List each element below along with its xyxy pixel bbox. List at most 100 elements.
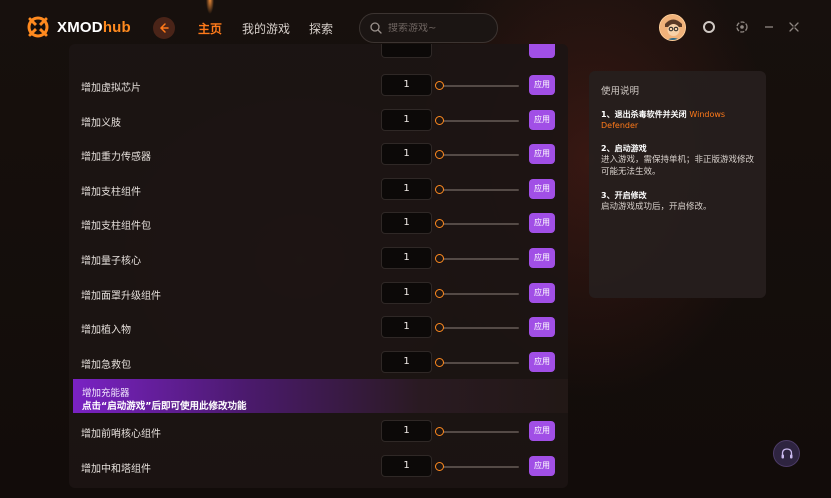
fullscreen-button[interactable] — [786, 19, 802, 35]
apply-button[interactable]: 应用 — [529, 317, 555, 338]
apply-button[interactable]: 应用 — [529, 109, 555, 130]
mod-row: 增加重力传感器 1 应用 — [69, 138, 568, 172]
avatar[interactable] — [659, 14, 686, 41]
tab-home[interactable]: 主页 — [198, 20, 222, 37]
mod-slider-handle[interactable] — [435, 219, 444, 229]
instruction-step-3: 3、开启修改 启动游戏成功后，开启修改。 — [601, 190, 754, 213]
apply-button[interactable]: 应用 — [529, 178, 555, 199]
settings-button[interactable] — [734, 19, 750, 35]
mod-slider-handle[interactable] — [435, 323, 444, 333]
instructions-title: 使用说明 — [601, 86, 640, 97]
mod-slider-track[interactable] — [439, 431, 519, 433]
mod-slider-track[interactable] — [439, 154, 519, 157]
apply-button[interactable]: 应用 — [529, 75, 555, 95]
step-3-text: 启动游戏成功后，开启修改。 — [601, 202, 712, 212]
mod-label: 增加支柱组件 — [81, 186, 141, 198]
mod-row: 增加面罩升级组件 1 应用 — [69, 277, 568, 311]
search-box[interactable] — [359, 13, 498, 43]
mod-row: 增加量子核心 1 应用 — [69, 242, 568, 276]
logo-text: XMODhub — [57, 18, 131, 36]
locked-mod-label: 增加充能器 — [82, 388, 130, 399]
mod-value-input[interactable]: 1 — [381, 247, 432, 269]
mod-slider-track[interactable] — [439, 292, 519, 295]
mod-slider-handle[interactable] — [435, 357, 444, 367]
mod-value-input[interactable]: 1 — [381, 177, 432, 200]
mod-value-input[interactable]: 1 — [381, 281, 432, 304]
mod-slider-handle[interactable] — [435, 461, 444, 471]
mod-slider-track[interactable] — [439, 85, 519, 87]
mod-slider-track[interactable] — [439, 223, 519, 226]
search-input[interactable] — [388, 22, 488, 34]
support-button[interactable] — [773, 440, 800, 467]
mod-slider-handle[interactable] — [435, 81, 444, 90]
mod-value-input[interactable]: 1 — [381, 108, 432, 131]
mod-row: 增加支柱组件 1 应用 — [69, 173, 568, 207]
fullscreen-icon — [789, 22, 799, 32]
mod-slider-handle[interactable] — [435, 184, 444, 194]
mod-slider-handle[interactable] — [435, 427, 444, 436]
mod-row: 增加义肢 1 应用 — [69, 104, 568, 138]
step-2-title: 2、启动游戏 — [601, 144, 647, 153]
partial-apply-button[interactable] — [529, 44, 555, 58]
mod-value-input[interactable]: 1 — [381, 420, 432, 442]
step-3-title: 3、开启修改 — [601, 191, 647, 200]
mod-row: 增加急救包 1 应用 — [69, 346, 568, 380]
apply-button[interactable]: 应用 — [529, 282, 555, 303]
mod-slider-track[interactable] — [439, 361, 519, 364]
instructions-panel: 使用说明 1、退出杀毒软件并关闭 Windows Defender 2、启动游戏… — [589, 71, 766, 298]
mod-label: 增加面罩升级组件 — [81, 290, 161, 302]
mod-value-input[interactable]: 1 — [381, 212, 432, 235]
mod-list-panel[interactable]: 增加虚拟芯片 1 应用 增加义肢 1 应用 增加重力传感器 1 应用 增加支柱组件 1 应用 增加支柱组… — [69, 44, 568, 488]
locked-mod-row[interactable]: 增加充能器 点击“启动游戏”后即可使用此修改功能 — [73, 379, 568, 413]
apply-button[interactable]: 应用 — [529, 213, 555, 234]
minimize-button[interactable] — [761, 19, 777, 35]
instruction-step-1: 1、退出杀毒软件并关闭 Windows Defender — [601, 109, 754, 131]
back-button[interactable] — [153, 17, 175, 39]
mod-slider-track[interactable] — [439, 188, 519, 191]
mod-label: 增加义肢 — [81, 117, 121, 129]
mod-slider-handle[interactable] — [435, 254, 444, 263]
active-tab-glow — [203, 0, 217, 18]
apply-button[interactable]: 应用 — [529, 455, 555, 476]
mod-value-input[interactable]: 1 — [381, 143, 432, 166]
mod-slider-handle[interactable] — [435, 288, 444, 298]
mod-slider-track[interactable] — [439, 258, 519, 260]
tab-explore[interactable]: 探索 — [309, 20, 333, 37]
mod-slider-handle[interactable] — [435, 150, 444, 160]
step-2-text: 进入游戏，需保持单机；非正版游戏修改可能无法生效。 — [601, 155, 755, 177]
minimize-icon — [765, 26, 773, 28]
apply-button[interactable]: 应用 — [529, 248, 555, 268]
apply-button[interactable]: 应用 — [529, 351, 555, 372]
mod-label: 增加支柱组件包 — [81, 221, 151, 233]
mod-slider-track[interactable] — [439, 465, 519, 468]
search-icon — [370, 22, 382, 34]
notification-button[interactable] — [701, 19, 717, 35]
mod-row: 增加支柱组件包 1 应用 — [69, 207, 568, 241]
mod-label: 增加虚拟芯片 — [81, 83, 141, 94]
mod-slider-handle[interactable] — [435, 115, 444, 125]
avatar-image — [660, 15, 685, 40]
apply-button[interactable]: 应用 — [529, 144, 555, 165]
mod-value-input[interactable]: 1 — [381, 316, 432, 339]
partial-value-box — [381, 44, 432, 58]
headset-icon — [781, 447, 792, 458]
mod-value-input[interactable]: 1 — [381, 454, 432, 477]
mod-slider-track[interactable] — [439, 119, 519, 122]
mod-value-input[interactable]: 1 — [381, 350, 432, 373]
mod-label: 增加急救包 — [81, 359, 131, 371]
back-arrow-icon — [159, 23, 169, 33]
mod-value-input[interactable]: 1 — [381, 74, 432, 96]
ring-icon — [703, 21, 715, 33]
mod-label: 增加前哨核心组件 — [81, 429, 161, 440]
mod-row: 增加虚拟芯片 1 应用 — [69, 69, 568, 103]
apply-button[interactable]: 应用 — [529, 421, 555, 441]
mod-row: 增加中和塔组件 1 应用 — [69, 450, 568, 484]
mod-label: 增加量子核心 — [81, 256, 141, 267]
mod-label: 增加重力传感器 — [81, 152, 151, 164]
mod-label: 增加中和塔组件 — [81, 463, 151, 475]
settings-icon — [736, 21, 748, 33]
locked-mod-message: 点击“启动游戏”后即可使用此修改功能 — [82, 401, 247, 412]
app-logo[interactable]: XMODhub — [26, 15, 131, 39]
mod-slider-track[interactable] — [439, 327, 519, 330]
tab-my-games[interactable]: 我的游戏 — [242, 20, 290, 37]
